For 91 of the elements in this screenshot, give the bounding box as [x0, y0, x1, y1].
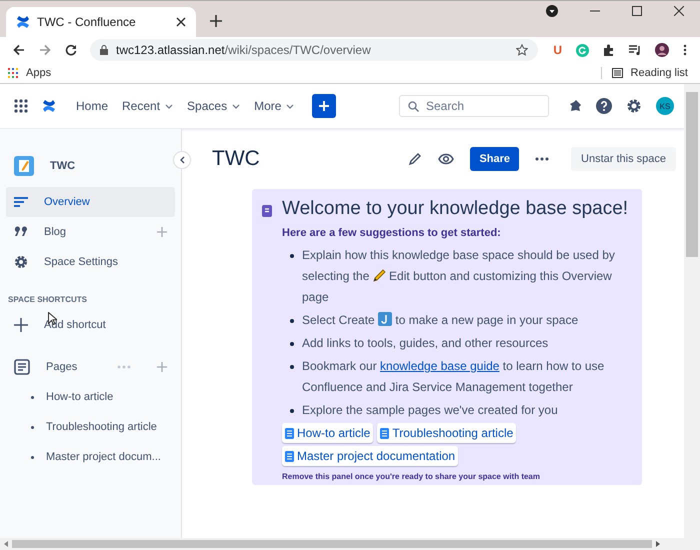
confluence-logo-icon[interactable] [42, 99, 56, 113]
panel-heading: Welcome to your knowledge base space! [282, 197, 628, 221]
maximize-icon[interactable] [632, 6, 642, 16]
chevron-down-icon [286, 104, 294, 108]
bullet-icon [290, 254, 294, 258]
bullet-icon [31, 456, 34, 458]
page-icon [285, 450, 294, 462]
forward-icon[interactable] [39, 44, 51, 56]
search-field[interactable]: Search [399, 95, 549, 117]
page-icon [285, 428, 294, 438]
chevron-left-icon [180, 156, 184, 164]
note-icon [262, 205, 272, 217]
plus-icon [14, 318, 28, 332]
star-icon[interactable] [516, 44, 528, 56]
section-heading: SPACE SHORTCUTS [7, 294, 88, 306]
panel-note: Remove this panel once you're ready to share your space with team [282, 472, 541, 481]
bullet-icon [290, 409, 294, 413]
page-tree-item[interactable]: Troubleshooting article [46, 421, 157, 433]
page-title: TWC [212, 147, 260, 171]
new-tab-icon[interactable] [210, 15, 222, 27]
more-icon[interactable] [535, 157, 550, 161]
url-text: twc123.atlassian.net/wiki/spaces/TWC/overview [116, 43, 371, 57]
space-logo-icon [14, 156, 34, 176]
sidebar-item[interactable]: Blog [6, 217, 175, 247]
nav-item[interactable]: Spaces [181, 95, 246, 117]
close-window-icon[interactable] [674, 6, 684, 16]
pencil-icon [372, 269, 386, 282]
kebab-menu-icon[interactable] [683, 44, 687, 56]
sidebar-item[interactable]: Overview [6, 187, 175, 217]
profile-dropdown-icon[interactable] [546, 5, 558, 17]
reading-list-icon [612, 68, 623, 78]
notifications-icon[interactable] [568, 99, 582, 113]
chevron-down-icon [232, 104, 240, 108]
bullet-icon [31, 396, 34, 398]
address-bar[interactable]: twc123.atlassian.net/wiki/spaces/TWC/overview [90, 39, 538, 61]
sidebar-item[interactable]: Space Settings [6, 247, 175, 277]
lock-icon [100, 45, 108, 55]
avatar-icon[interactable] [655, 43, 669, 57]
document-icon [14, 359, 30, 375]
unstar-button[interactable]: Unstar this space [571, 147, 676, 171]
bullet-text: Add links to tools, guides, and other resources [302, 335, 550, 352]
guide-link[interactable]: knowledge base guide [380, 359, 500, 373]
horizontal-scrollbar[interactable] [0, 538, 700, 550]
search-icon [408, 101, 419, 112]
puzzle-icon[interactable] [603, 44, 615, 56]
help-icon[interactable] [596, 98, 612, 114]
reading-list-button[interactable]: Reading list [600, 67, 688, 79]
lines-icon [14, 195, 28, 209]
page-link[interactable]: Master project documentation [282, 446, 458, 466]
chevron-down-icon [165, 104, 174, 108]
browser-tab[interactable]: TWC - Confluence [6, 7, 196, 37]
extension-icon[interactable]: U [553, 43, 562, 57]
quote-icon [14, 225, 28, 239]
confluence-logo-icon [16, 15, 30, 29]
eye-icon[interactable] [438, 153, 454, 165]
nav-item[interactable]: More [248, 95, 300, 117]
bullet-text: Bookmark our knowledge base guide to learn how to use Confluence and Jira Service Management together [302, 358, 606, 396]
scroll-left-icon[interactable] [4, 541, 8, 547]
settings-icon[interactable] [626, 98, 642, 114]
vertical-scrollbar[interactable] [684, 84, 700, 538]
bookmark[interactable]: Apps [8, 67, 52, 79]
reload-icon[interactable] [65, 44, 77, 56]
back-icon[interactable] [13, 44, 25, 56]
scroll-right-icon[interactable] [656, 541, 660, 547]
apps-grid-icon [8, 68, 18, 78]
bullet-icon [290, 342, 294, 346]
app-switcher-icon[interactable] [14, 99, 28, 113]
space-name[interactable]: TWC [50, 160, 76, 172]
page-tree-item[interactable]: How-to article [46, 391, 114, 403]
collapse-sidebar-button[interactable] [173, 151, 191, 169]
close-icon[interactable] [176, 17, 186, 27]
create-button-icon[interactable] [312, 94, 336, 118]
bullet-text: Select Create to make a new page in your space [302, 311, 580, 329]
bullet-icon [31, 426, 34, 428]
page-link[interactable]: Troubleshooting article [377, 423, 516, 443]
pencil-icon[interactable] [408, 152, 422, 166]
gear-icon [14, 255, 28, 269]
panel-subheading: Here are a few suggestions to get started: [282, 227, 502, 239]
tab-title: TWC - Confluence [37, 15, 137, 29]
user-avatar[interactable]: KS [656, 97, 674, 115]
bullet-text: Explore the sample pages we've created for you [302, 402, 559, 419]
nav-item[interactable]: Recent [116, 95, 180, 117]
page-tree-item[interactable]: Master project docum... [46, 451, 161, 463]
media-icon[interactable] [629, 44, 641, 56]
bullet-icon [290, 365, 294, 369]
nav-item[interactable]: Home [70, 95, 114, 117]
create-icon [378, 312, 392, 326]
page-link[interactable]: How-to article [282, 423, 374, 443]
page-icon [380, 428, 390, 438]
bullet-icon [290, 319, 294, 323]
share-button[interactable]: Share [470, 147, 520, 171]
